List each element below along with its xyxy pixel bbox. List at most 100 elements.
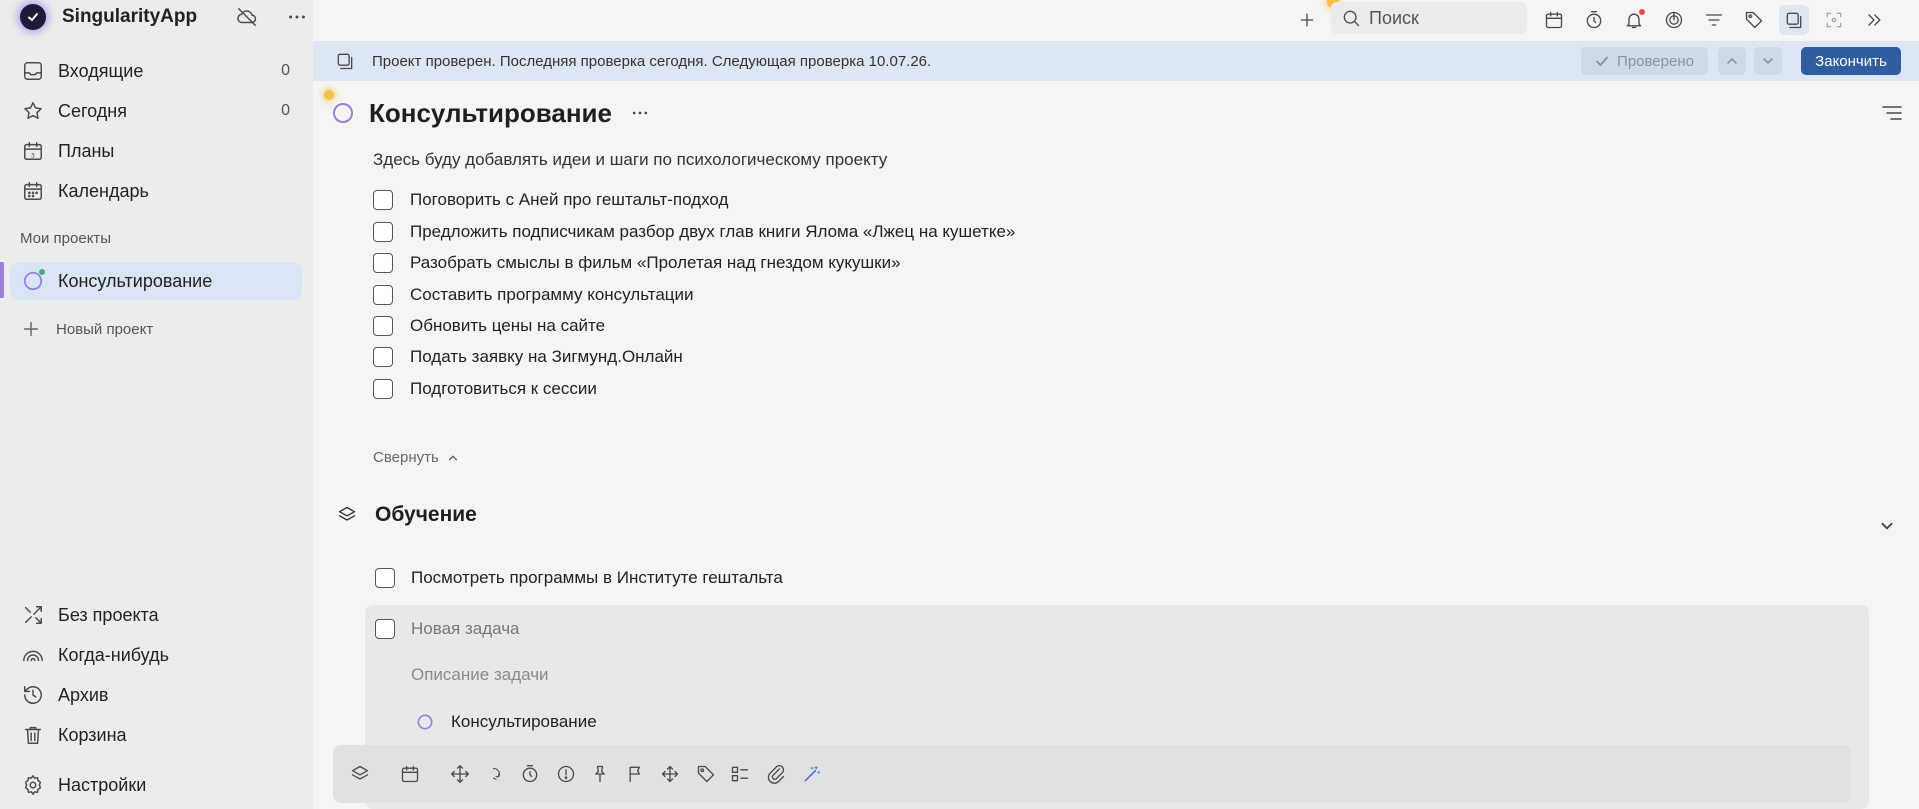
task-title[interactable]: Обновить цены на сайте — [410, 316, 605, 336]
sidebar-item-label: Консультирование — [58, 270, 213, 291]
task-checkbox[interactable] — [373, 379, 393, 399]
sidebar-item-today[interactable]: Сегодня 0 — [10, 92, 302, 130]
review-banner: Проект проверен. Последняя проверка сего… — [313, 41, 1919, 81]
pin-icon[interactable] — [587, 761, 613, 787]
collapse-panel-icon[interactable] — [1859, 5, 1889, 35]
calendar-icon[interactable] — [397, 761, 423, 787]
next-project-button[interactable] — [1754, 47, 1782, 75]
sidebar-item-archive[interactable]: Архив — [10, 676, 302, 714]
projects-section-title: Мои проекты — [20, 230, 112, 247]
project-status-circle[interactable] — [333, 103, 353, 123]
search-input[interactable]: Поиск — [1331, 2, 1527, 34]
move-icon[interactable] — [447, 761, 473, 787]
review-icon — [335, 51, 355, 71]
section-header[interactable]: Обучение — [337, 503, 477, 527]
bell-icon[interactable] — [1619, 5, 1649, 35]
layers-icon[interactable] — [347, 761, 373, 787]
timer-icon[interactable] — [1579, 5, 1609, 35]
new-task-project-label: Консультирование — [451, 712, 597, 731]
task-edit-toolbar — [333, 745, 1851, 803]
magic-wand-icon[interactable] — [799, 761, 825, 787]
project-description[interactable]: Здесь буду добавлять идеи и шаги по псих… — [373, 150, 887, 170]
main-content: Консультирование Здесь буду добавлять ид… — [313, 81, 1919, 809]
previous-project-button[interactable] — [1718, 47, 1746, 75]
active-indicator — [0, 262, 4, 298]
new-task-project-selector[interactable]: Консультирование — [415, 712, 597, 732]
task-checkbox[interactable] — [373, 190, 393, 210]
task-item[interactable]: Поговорить с Аней про гештальт-подход — [373, 187, 728, 213]
review-mode-icon[interactable] — [1779, 5, 1809, 35]
chevron-down-icon[interactable] — [1879, 518, 1895, 534]
task-checkbox[interactable] — [373, 222, 393, 242]
project-header: Консультирование — [333, 95, 650, 131]
new-task-title-row: Новая задача — [375, 619, 520, 639]
project-title[interactable]: Консультирование — [369, 98, 612, 129]
task-checkbox[interactable] — [373, 285, 393, 305]
task-item[interactable]: Составить программу консультации — [373, 282, 694, 308]
sidebar-item-label: Сегодня — [58, 100, 127, 121]
sort-icon[interactable] — [1880, 101, 1904, 125]
sidebar-item-someday[interactable]: Когда-нибудь — [10, 636, 302, 674]
task-checkbox[interactable] — [373, 347, 393, 367]
flag-icon[interactable] — [623, 761, 649, 787]
task-item[interactable]: Подготовиться к сессии — [373, 376, 597, 402]
checked-label: Проверено — [1617, 52, 1694, 70]
focus-frame-icon[interactable] — [1819, 5, 1849, 35]
app-logo[interactable] — [20, 4, 46, 30]
sidebar-item-calendar[interactable]: Календарь — [10, 172, 302, 210]
section-title[interactable]: Обучение — [375, 503, 477, 527]
task-item[interactable]: Обновить цены на сайте — [373, 313, 605, 339]
sidebar-item-plans[interactable]: 3 Планы — [10, 132, 302, 170]
task-item[interactable]: Подать заявку на Зигмунд.Онлайн — [373, 344, 683, 370]
task-checkbox[interactable] — [375, 619, 395, 639]
sidebar-item-settings[interactable]: Настройки — [10, 766, 302, 804]
cloud-off-icon[interactable] — [236, 6, 258, 28]
checked-button[interactable]: Проверено — [1581, 47, 1708, 75]
timer-icon[interactable] — [517, 761, 543, 787]
new-task-title-input[interactable]: Новая задача — [411, 619, 520, 639]
sidebar-item-no-project[interactable]: Без проекта — [10, 596, 302, 634]
inbox-icon — [22, 60, 44, 82]
collapse-button[interactable]: Свернуть — [373, 449, 459, 466]
more-options-icon[interactable] — [286, 6, 308, 28]
calendar-icon[interactable] — [1539, 5, 1569, 35]
tag-icon[interactable] — [693, 761, 719, 787]
sidebar-item-project-consulting[interactable]: Консультирование — [10, 262, 302, 300]
task-title[interactable]: Подать заявку на Зигмунд.Онлайн — [410, 347, 683, 367]
attachment-icon[interactable] — [763, 761, 789, 787]
filter-icon[interactable] — [1699, 5, 1729, 35]
more-options-icon[interactable] — [630, 103, 650, 123]
sidebar-item-trash[interactable]: Корзина — [10, 716, 302, 754]
task-title[interactable]: Предложить подписчикам разбор двух глав … — [410, 222, 1015, 242]
new-task-description-input[interactable]: Описание задачи — [411, 665, 549, 685]
task-title[interactable]: Посмотреть программы в Институте гешталь… — [411, 568, 783, 588]
plus-icon — [20, 318, 42, 340]
no-project-icon — [22, 604, 44, 626]
project-circle-icon — [415, 712, 435, 732]
task-title[interactable]: Составить программу консультации — [410, 285, 694, 305]
svg-text:3: 3 — [31, 151, 35, 159]
task-checkbox[interactable] — [373, 316, 393, 336]
focus-icon[interactable] — [1659, 5, 1689, 35]
sidebar: SingularityApp Входящие 0 Сегодня 0 3 Пл… — [0, 0, 313, 809]
tag-icon[interactable] — [1739, 5, 1769, 35]
task-checkbox[interactable] — [375, 568, 395, 588]
task-title[interactable]: Поговорить с Аней про гештальт-подход — [410, 190, 728, 210]
priority-icon[interactable] — [553, 761, 579, 787]
task-item[interactable]: Посмотреть программы в Институте гешталь… — [375, 568, 783, 588]
task-title[interactable]: Разобрать смыслы в фильм «Пролетая над г… — [410, 253, 901, 273]
finish-review-button[interactable]: Закончить — [1801, 47, 1901, 75]
search-placeholder: Поиск — [1369, 7, 1419, 28]
checklist-icon[interactable] — [727, 761, 753, 787]
new-project-button[interactable]: Новый проект — [20, 318, 153, 340]
task-title[interactable]: Подготовиться к сессии — [410, 379, 597, 399]
task-item[interactable]: Разобрать смыслы в фильм «Пролетая над г… — [373, 250, 901, 276]
add-icon[interactable] — [1292, 5, 1322, 35]
task-item[interactable]: Предложить подписчикам разбор двух глав … — [373, 219, 1015, 245]
task-checkbox[interactable] — [373, 253, 393, 273]
sidebar-item-label: Календарь — [58, 180, 149, 201]
drag-icon[interactable] — [657, 761, 683, 787]
sidebar-item-label: Когда-нибудь — [58, 644, 169, 665]
repeat-icon[interactable] — [483, 761, 509, 787]
sidebar-item-inbox[interactable]: Входящие 0 — [10, 52, 302, 90]
